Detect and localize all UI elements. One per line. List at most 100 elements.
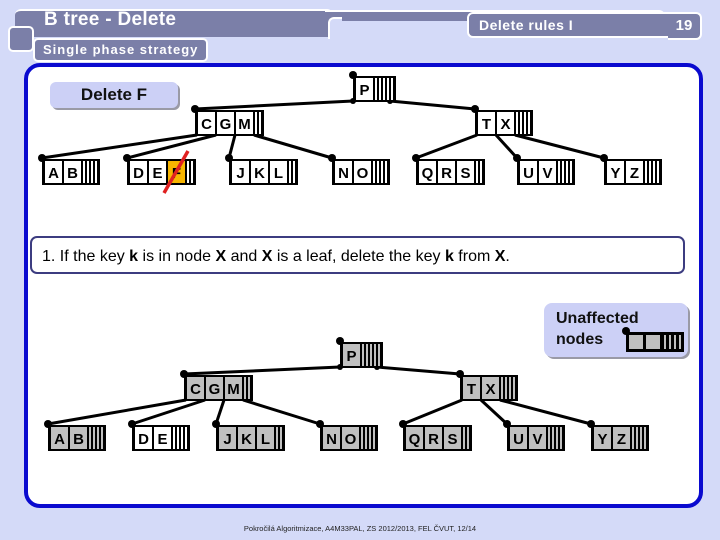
after-node-yz-pointer-slot [644, 427, 646, 449]
after-node-yz-key-Y: Y [597, 431, 607, 448]
before-node-qrs-key-R: R [441, 165, 452, 182]
after-node-cgm-key-M: M [227, 381, 240, 398]
after-node-root-pointer-slot [378, 344, 380, 366]
after-node-de-pointer-slot [181, 427, 183, 449]
before-node-yz-key-Y: Y [610, 165, 620, 182]
after-node-uv-pointer-slot [548, 427, 550, 449]
before-node-cgm-key-C: C [201, 116, 212, 133]
after-node-yz-key-Z: Z [617, 431, 626, 448]
after-node-no-key-N: N [326, 431, 337, 448]
after-node-ab-key-B: B [73, 431, 84, 448]
before-node-qrs-pointer-slot [480, 161, 482, 183]
before-node-ab-key-A: A [48, 165, 59, 182]
before-node-uv-key-V: V [542, 165, 552, 182]
after-node-uv-pointer-slot [560, 427, 562, 449]
before-node-ab-anchor-dot [38, 154, 46, 162]
before-node-yz-pointer-slot [649, 161, 651, 183]
after-node-yz-anchor-dot [587, 420, 595, 428]
after-node-tx-pointer-slot [501, 377, 503, 399]
after-edge-tx-qrs [402, 398, 463, 426]
after-node-jkl-anchor-dot [212, 420, 220, 428]
before-node-jkl-key-L: L [274, 165, 283, 182]
after-node-de-pointer-slot [173, 427, 175, 449]
after-node-qrs-anchor-dot [399, 420, 407, 428]
before-node-uv-pointer-slot [558, 161, 560, 183]
after-node-yz-pointer-slot [636, 427, 638, 449]
before-node-jkl-pointer-slot [289, 161, 291, 183]
after-node-de-anchor-dot [128, 420, 136, 428]
before-node-uv-anchor-dot [513, 154, 521, 162]
before-node-root-pointer-slot [387, 78, 389, 100]
after-node-tx-pointer-slot [505, 377, 507, 399]
after-node-root-pointer-slot [370, 344, 372, 366]
before-node-def-key-D: D [133, 165, 144, 182]
after-edge-root-cgm [183, 365, 341, 376]
before-node-uv-pointer-slot [566, 161, 568, 183]
after-node-root-pointer-slot [362, 344, 364, 366]
before-edge-root-tx [389, 99, 476, 111]
legend-node-pointer-slot [674, 335, 676, 349]
legend-node-key-cell [629, 335, 643, 349]
before-node-yz-pointer-slot [653, 161, 655, 183]
before-node-no-pointer-slot [381, 161, 383, 183]
before-node-jkl-anchor-dot [225, 154, 233, 162]
before-node-yz-anchor-dot [600, 154, 608, 162]
before-node-def-anchor-dot [123, 154, 131, 162]
after-node-jkl-key-J: J [223, 431, 231, 448]
after-node-uv-pointer-slot [556, 427, 558, 449]
after-node-ab-pointer-slot [89, 427, 91, 449]
after-node-root-pointer-slot [366, 344, 368, 366]
before-node-qrs-anchor-dot [412, 154, 420, 162]
before-node-tx-key-T: T [482, 116, 491, 133]
before-node-tx-anchor-dot [471, 105, 479, 113]
after-node-cgm-pointer-slot [244, 377, 246, 399]
after-node-tx-pointer-slot [509, 377, 511, 399]
btree-diagrams: PCGMTXABDEFJKLNOQRSUVYZPCGMTXABDEJKLNOQR… [38, 71, 684, 451]
before-node-tx-pointer-slot [524, 112, 526, 134]
before-node-cgm-key-G: G [220, 116, 232, 133]
before-node-no-pointer-slot [373, 161, 375, 183]
after-node-uv-key-V: V [532, 431, 542, 448]
after-node-jkl-key-K: K [241, 431, 252, 448]
before-node-ab-pointer-slot [83, 161, 85, 183]
before-node-ab-pointer-slot [91, 161, 93, 183]
legend-node-anchor-dot [622, 327, 630, 335]
after-node-cgm-anchor-dot [180, 370, 188, 378]
after-node-no-pointer-slot [369, 427, 371, 449]
after-node-de-pointer-slot [177, 427, 179, 449]
after-node-de-key-D: D [138, 431, 149, 448]
after-node-ab-pointer-slot [93, 427, 95, 449]
after-node-uv-key-U: U [513, 431, 524, 448]
after-node-no-pointer-slot [373, 427, 375, 449]
after-node-cgm-pointer-slot [248, 377, 250, 399]
after-node-cgm-key-G: G [209, 381, 221, 398]
after-node-qrs-key-Q: Q [409, 431, 421, 448]
after-edge-cgm-no [242, 398, 321, 426]
after-edge-tx-yz [499, 398, 592, 426]
after-node-de-pointer-slot [185, 427, 187, 449]
after-node-qrs-pointer-slot [467, 427, 469, 449]
before-node-jkl-key-K: K [254, 165, 265, 182]
after-node-ab-pointer-slot [101, 427, 103, 449]
before-node-ab-key-B: B [67, 165, 78, 182]
before-edge-tx-uv [494, 133, 519, 160]
before-node-yz-pointer-slot [657, 161, 659, 183]
before-node-no-anchor-dot [328, 154, 336, 162]
after-node-tx-key-X: X [485, 381, 495, 398]
before-node-ab-pointer-slot [87, 161, 89, 183]
after-node-de-key-E: E [157, 431, 167, 448]
before-node-cgm-pointer-slot [259, 112, 261, 134]
before-node-no-key-O: O [357, 165, 369, 182]
after-node-qrs-key-S: S [447, 431, 457, 448]
before-node-root-pointer-slot [375, 78, 377, 100]
before-node-root-pointer-slot [379, 78, 381, 100]
before-node-no-pointer-slot [385, 161, 387, 183]
before-node-yz-key-Z: Z [630, 165, 639, 182]
after-node-ab-pointer-slot [97, 427, 99, 449]
legend-node-pointer-slot [664, 335, 666, 349]
before-node-root-key-P: P [359, 82, 369, 99]
before-node-cgm-key-M: M [238, 116, 251, 133]
after-node-qrs-key-R: R [428, 431, 439, 448]
before-node-qrs-pointer-slot [476, 161, 478, 183]
before-node-tx-key-X: X [500, 116, 510, 133]
